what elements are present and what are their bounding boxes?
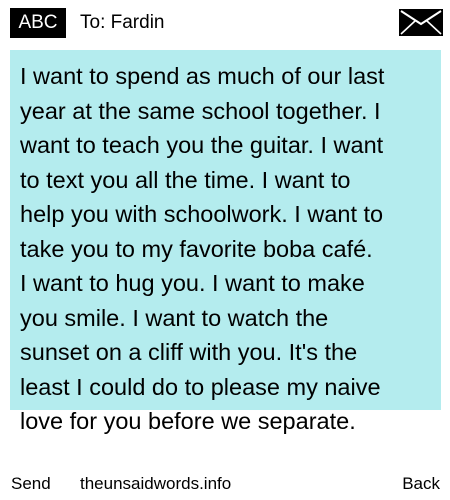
- softkey-bar: Send theunsaidwords.info Back: [0, 470, 450, 498]
- envelope-icon: [399, 9, 443, 36]
- message-area[interactable]: I want to spend as much of our last year…: [10, 50, 441, 439]
- phone-header: ABC To: Fardin: [0, 0, 450, 46]
- input-mode-badge: ABC: [10, 8, 66, 38]
- site-watermark: theunsaidwords.info: [80, 474, 232, 493]
- recipient-label: To: Fardin: [80, 12, 165, 33]
- send-button[interactable]: Send: [11, 470, 51, 498]
- back-button[interactable]: Back: [402, 470, 440, 498]
- message-body[interactable]: I want to spend as much of our last year…: [10, 50, 441, 439]
